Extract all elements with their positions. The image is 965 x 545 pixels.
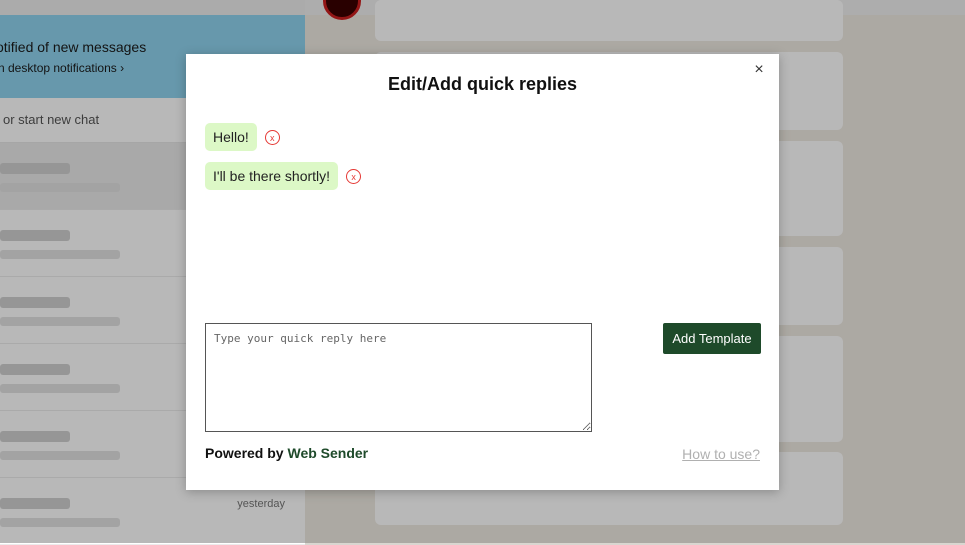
quick-reply-input[interactable] xyxy=(205,323,592,432)
delete-reply-icon[interactable]: x xyxy=(346,168,362,184)
powered-by-brand[interactable]: Web Sender xyxy=(287,445,368,461)
powered-by: Powered by Web Sender xyxy=(205,445,368,461)
how-to-use-link[interactable]: How to use? xyxy=(682,446,760,462)
quick-reply-list: Hello! x I'll be there shortly! x xyxy=(205,123,362,201)
quick-reply-chip[interactable]: I'll be there shortly! xyxy=(205,162,339,190)
delete-reply-icon[interactable]: x xyxy=(264,129,280,145)
quick-reply-item: I'll be there shortly! x xyxy=(205,162,362,190)
quick-replies-dialog: × Edit/Add quick replies Hello! x I'll b… xyxy=(186,54,779,490)
quick-reply-chip[interactable]: Hello! xyxy=(205,123,257,151)
quick-reply-item: Hello! x xyxy=(205,123,361,151)
add-template-button[interactable]: Add Template xyxy=(663,323,761,354)
dialog-title: Edit/Add quick replies xyxy=(387,74,578,94)
powered-by-prefix: Powered by xyxy=(205,445,284,461)
